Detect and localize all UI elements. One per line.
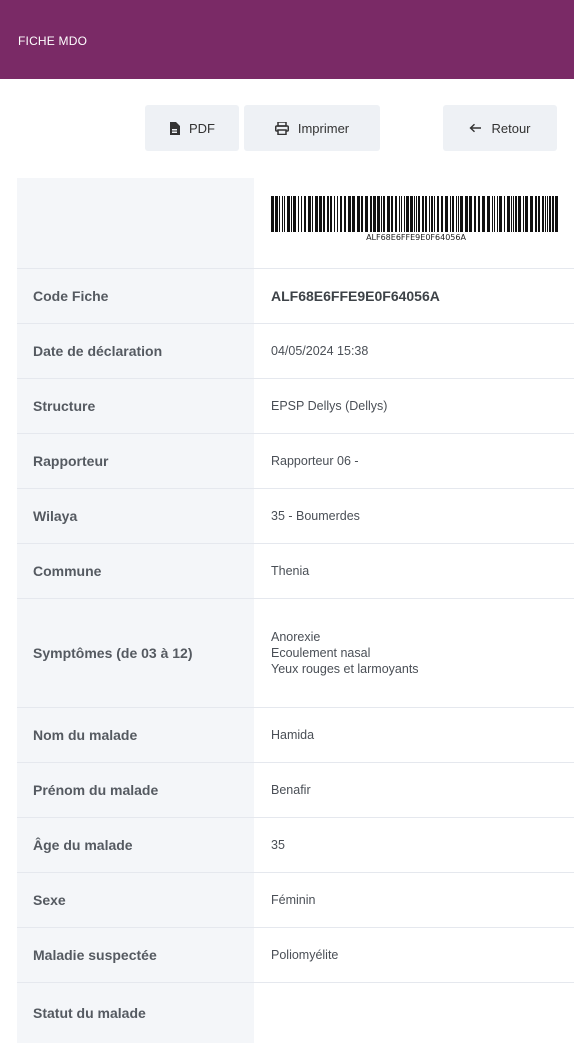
field-row-nom: Nom du malade Hamida (17, 708, 574, 763)
field-label: Wilaya (17, 489, 254, 543)
field-value: Rapporteur 06 - (271, 454, 359, 468)
back-button-label: Retour (491, 120, 531, 136)
field-value: Thenia (271, 564, 310, 578)
print-button-label: Imprimer (297, 120, 350, 136)
field-row-statut: Statut du malade (17, 983, 574, 1043)
field-row-prenom: Prénom du malade Benafir (17, 763, 574, 818)
details-table: ALF68E6FFE9E0F64056A Code Fiche ALF68E6F… (17, 178, 574, 1043)
field-label: Nom du malade (17, 708, 254, 762)
barcode-text: ALF68E6FFE9E0F64056A (366, 233, 466, 242)
symptom-item: Yeux rouges et larmoyants (271, 662, 419, 676)
field-row-structure: Structure EPSP Dellys (Dellys) (17, 379, 574, 434)
field-value: Poliomyélite (271, 948, 339, 962)
symptom-item: Anorexie (271, 630, 321, 644)
field-value (254, 983, 574, 1043)
field-value: Benafir (271, 783, 311, 797)
field-row-wilaya: Wilaya 35 - Boumerdes (17, 489, 574, 544)
file-pdf-icon (169, 121, 180, 135)
symptom-item: Ecoulement nasal (271, 646, 371, 660)
field-row-code-fiche: Code Fiche ALF68E6FFE9E0F64056A (17, 269, 574, 324)
field-row-symptomes: Symptômes (de 03 à 12) Anorexie Ecouleme… (17, 599, 574, 708)
field-value: Hamida (271, 728, 315, 742)
field-label: Structure (17, 379, 254, 433)
back-button[interactable]: Retour (443, 105, 557, 151)
field-label: Maladie suspectée (17, 928, 254, 982)
field-label: Symptômes (de 03 à 12) (17, 599, 254, 707)
field-row-date: Date de déclaration 04/05/2024 15:38 (17, 324, 574, 379)
field-row-sexe: Sexe Féminin (17, 873, 574, 928)
page-title: FICHE MDO (18, 34, 88, 48)
field-row-rapporteur: Rapporteur Rapporteur 06 - (17, 434, 574, 489)
field-value: EPSP Dellys (Dellys) (271, 399, 388, 413)
field-label: Code Fiche (17, 269, 254, 323)
field-row-maladie: Maladie suspectée Poliomyélite (17, 928, 574, 983)
field-value: 35 - Boumerdes (271, 509, 360, 523)
field-row-age: Âge du malade 35 (17, 818, 574, 873)
field-label: Rapporteur (17, 434, 254, 488)
field-value: 35 (271, 838, 285, 852)
field-label: Prénom du malade (17, 763, 254, 817)
field-label: Date de déclaration (17, 324, 254, 378)
field-label: Âge du malade (17, 818, 254, 872)
pdf-button[interactable]: PDF (145, 105, 239, 151)
barcode-label-cell (17, 178, 254, 268)
field-value: ALF68E6FFE9E0F64056A (271, 288, 440, 304)
field-label: Commune (17, 544, 254, 598)
field-value-list: Anorexie Ecoulement nasal Yeux rouges et… (254, 599, 574, 707)
pdf-button-label: PDF (189, 120, 215, 136)
printer-icon (274, 121, 289, 135)
field-label: Sexe (17, 873, 254, 927)
barcode-cell: ALF68E6FFE9E0F64056A (254, 178, 574, 268)
field-label: Statut du malade (17, 983, 254, 1043)
print-button[interactable]: Imprimer (244, 105, 380, 151)
field-row-commune: Commune Thenia (17, 544, 574, 599)
arrow-left-icon (469, 123, 482, 133)
page-header: FICHE MDO (0, 0, 574, 79)
field-value: Féminin (271, 893, 316, 907)
barcode-row: ALF68E6FFE9E0F64056A (17, 178, 574, 269)
barcode-image (271, 196, 558, 232)
field-value: 04/05/2024 15:38 (271, 344, 369, 358)
